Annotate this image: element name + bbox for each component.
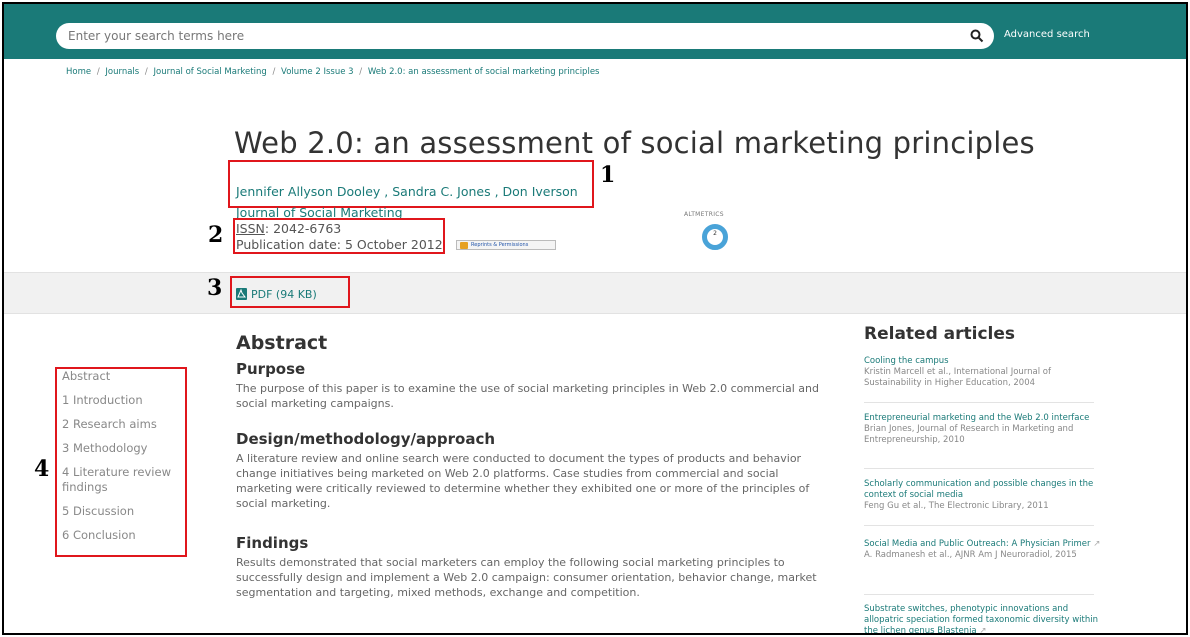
related-article-title[interactable]: Social Media and Public Outreach: A Phys… — [864, 539, 1104, 550]
external-link-icon: ↗ — [979, 626, 987, 635]
breadcrumb-journal[interactable]: Journal of Social Marketing — [154, 67, 267, 77]
reprints-icon — [460, 242, 468, 249]
related-article: Social Media and Public Outreach: A Phys… — [864, 539, 1104, 561]
design-text: A literature review and online search we… — [236, 452, 810, 510]
related-article: Scholarly communication and possible cha… — [864, 479, 1104, 512]
external-link-icon: ↗ — [1093, 539, 1101, 549]
related-article-title-text: Social Media and Public Outreach: A Phys… — [864, 539, 1091, 549]
breadcrumb-separator: / — [144, 67, 148, 77]
related-article: Cooling the campus Kristin Marcell et al… — [864, 356, 1104, 389]
findings-heading: Findings — [236, 534, 309, 552]
purpose-heading: Purpose — [236, 360, 306, 378]
related-article: Entrepreneurial marketing and the Web 2.… — [864, 413, 1104, 446]
related-article-title[interactable]: Scholarly communication and possible cha… — [864, 479, 1104, 501]
related-article-meta: Brian Jones, Journal of Research in Mark… — [864, 424, 1074, 445]
related-articles-heading: Related articles — [864, 324, 1016, 344]
breadcrumb-separator: / — [272, 67, 276, 77]
top-bar: Advanced search — [4, 4, 1186, 59]
altmetrics-badge[interactable]: 2 — [678, 216, 754, 260]
divider — [864, 402, 1094, 403]
abstract-heading: Abstract — [236, 332, 328, 354]
search-icon[interactable] — [970, 29, 984, 43]
annotation-number-3: 3 — [207, 275, 223, 301]
advanced-search-link[interactable]: Advanced search — [1004, 29, 1090, 40]
altmetrics-donut-icon: 2 — [702, 224, 728, 250]
breadcrumb-journals[interactable]: Journals — [105, 67, 139, 77]
reprints-permissions-button[interactable]: Reprints & Permissions — [456, 240, 556, 250]
breadcrumb-article[interactable]: Web 2.0: an assessment of social marketi… — [368, 67, 600, 77]
pdf-bar — [4, 272, 1186, 314]
related-article-meta: Kristin Marcell et al., International Jo… — [864, 367, 1052, 388]
breadcrumb-home[interactable]: Home — [66, 67, 91, 77]
article-title: Web 2.0: an assessment of social marketi… — [234, 126, 1035, 160]
annotation-box-3 — [230, 276, 350, 308]
search-input[interactable] — [68, 27, 948, 45]
related-article-title[interactable]: Substrate switches, phenotypic innovatio… — [864, 604, 1104, 635]
annotation-box-2 — [233, 218, 445, 254]
related-article-meta: Feng Gu et al., The Electronic Library, … — [864, 501, 1049, 511]
related-article: Substrate switches, phenotypic innovatio… — [864, 604, 1104, 635]
annotation-number-2: 2 — [208, 222, 224, 248]
annotation-box-4 — [55, 367, 187, 557]
design-heading: Design/methodology/approach — [236, 430, 496, 448]
altmetrics-score: 2 — [713, 230, 717, 237]
divider — [864, 525, 1094, 526]
related-article-title[interactable]: Entrepreneurial marketing and the Web 2.… — [864, 413, 1104, 424]
breadcrumb: Home / Journals / Journal of Social Mark… — [66, 67, 602, 77]
breadcrumb-separator: / — [96, 67, 100, 77]
purpose-text: The purpose of this paper is to examine … — [236, 382, 819, 410]
breadcrumb-separator: / — [359, 67, 363, 77]
reprints-label: Reprints & Permissions — [471, 242, 529, 248]
annotation-number-1: 1 — [600, 162, 616, 188]
divider — [864, 468, 1094, 469]
related-article-title[interactable]: Cooling the campus — [864, 356, 1104, 367]
search-box[interactable] — [56, 23, 994, 49]
divider — [864, 594, 1094, 595]
page-frame: Advanced search Home / Journals / Journa… — [2, 2, 1188, 635]
findings-text: Results demonstrated that social markete… — [236, 556, 817, 599]
breadcrumb-issue[interactable]: Volume 2 Issue 3 — [281, 67, 354, 77]
annotation-box-1 — [228, 160, 594, 208]
annotation-number-4: 4 — [34, 456, 50, 482]
related-article-meta: A. Radmanesh et al., AJNR Am J Neuroradi… — [864, 550, 1077, 560]
